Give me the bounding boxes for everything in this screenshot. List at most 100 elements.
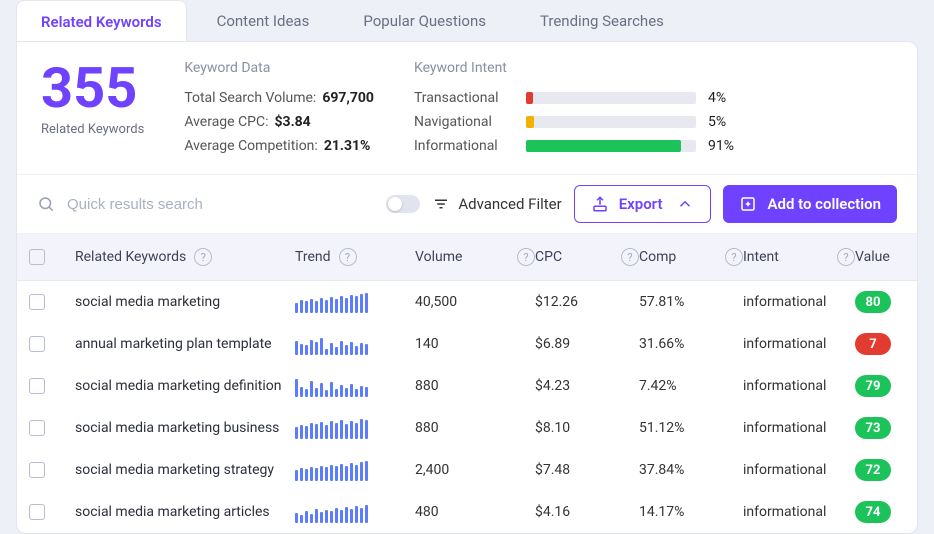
cpc-cell: $4.23 [535, 378, 639, 394]
col-comp: Comp [639, 249, 676, 265]
volume-cell: 40,500 [415, 294, 535, 310]
comp-cell: 51.12% [639, 420, 743, 436]
total-volume-label: Total Search Volume: [184, 90, 316, 106]
keyword-data-heading: Keyword Data [184, 60, 374, 76]
intent-pct: 5% [708, 114, 726, 130]
row-checkbox[interactable] [29, 336, 45, 352]
advanced-filter-button[interactable]: Advanced Filter [432, 195, 561, 213]
col-cpc: CPC [535, 249, 562, 265]
table-row: social media marketing definition 880 $4… [17, 365, 917, 407]
trend-sparkline [295, 417, 415, 439]
value-pill: 74 [855, 501, 891, 523]
tab-trending-searches[interactable]: Trending Searches [516, 0, 688, 41]
help-icon[interactable]: ? [517, 248, 535, 266]
intent-row: Navigational 5% [414, 114, 893, 130]
help-icon[interactable]: ? [725, 248, 743, 266]
comp-cell: 31.66% [639, 336, 743, 352]
intent-pct: 4% [708, 90, 726, 106]
trend-sparkline [295, 333, 415, 355]
table-header: Related Keywords? Trend? Volume? CPC? Co… [17, 234, 917, 281]
table-row: social media marketing strategy 2,400 $7… [17, 449, 917, 491]
cpc-cell: $7.48 [535, 462, 639, 478]
table-row: social media marketing business 880 $8.1… [17, 407, 917, 449]
row-checkbox[interactable] [29, 504, 45, 520]
total-volume-value: 697,700 [322, 90, 374, 106]
col-value: Value [855, 249, 890, 265]
intent-label: Transactional [414, 90, 514, 106]
value-pill: 73 [855, 417, 891, 439]
summary: 355 Related Keywords Keyword Data Total … [17, 42, 917, 174]
intent-cell: informational [743, 504, 855, 520]
col-volume: Volume [415, 249, 462, 265]
intent-cell: informational [743, 294, 855, 310]
cpc-cell: $4.16 [535, 504, 639, 520]
help-icon[interactable]: ? [339, 248, 357, 266]
trend-sparkline [295, 501, 415, 523]
volume-cell: 880 [415, 378, 535, 394]
volume-cell: 140 [415, 336, 535, 352]
help-icon[interactable]: ? [194, 248, 212, 266]
intent-bar [526, 140, 696, 152]
add-to-collection-label: Add to collection [767, 195, 881, 213]
col-intent: Intent [743, 249, 779, 265]
table-row: social media marketing 40,500 $12.26 57.… [17, 281, 917, 323]
avg-cpc-value: $3.84 [275, 114, 311, 130]
comp-cell: 37.84% [639, 462, 743, 478]
help-icon[interactable]: ? [837, 248, 855, 266]
keyword-cell[interactable]: social media marketing business [75, 420, 295, 436]
keyword-count-label: Related Keywords [41, 122, 144, 137]
tab-content-ideas[interactable]: Content Ideas [193, 0, 334, 41]
select-all-checkbox[interactable] [29, 249, 45, 265]
add-to-collection-button[interactable]: Add to collection [723, 185, 897, 223]
intent-pct: 91% [708, 138, 734, 154]
keyword-cell[interactable]: social media marketing articles [75, 504, 295, 520]
main-panel: 355 Related Keywords Keyword Data Total … [16, 41, 918, 534]
trend-sparkline [295, 291, 415, 313]
intent-cell: informational [743, 378, 855, 394]
trend-sparkline [295, 459, 415, 481]
tabs: Related Keywords Content Ideas Popular Q… [6, 0, 928, 41]
value-pill: 80 [855, 291, 891, 313]
comp-cell: 14.17% [639, 504, 743, 520]
cpc-cell: $8.10 [535, 420, 639, 436]
count-block: 355 Related Keywords [41, 60, 144, 162]
help-icon[interactable]: ? [621, 248, 639, 266]
value-pill: 7 [855, 333, 891, 355]
keyword-cell[interactable]: social media marketing definition [75, 378, 295, 394]
chevron-up-icon [676, 195, 694, 213]
tab-related-keywords[interactable]: Related Keywords [16, 0, 187, 41]
tab-popular-questions[interactable]: Popular Questions [339, 0, 510, 41]
export-icon [591, 195, 609, 213]
col-trend: Trend [295, 249, 331, 265]
comp-cell: 57.81% [639, 294, 743, 310]
keyword-cell[interactable]: social media marketing [75, 294, 295, 310]
row-checkbox[interactable] [29, 378, 45, 394]
volume-cell: 2,400 [415, 462, 535, 478]
filter-icon [432, 195, 450, 213]
value-pill: 72 [855, 459, 891, 481]
volume-cell: 480 [415, 504, 535, 520]
row-checkbox[interactable] [29, 462, 45, 478]
intent-bar [526, 92, 696, 104]
advanced-filter-toggle[interactable] [386, 195, 420, 213]
intent-cell: informational [743, 420, 855, 436]
cpc-cell: $6.89 [535, 336, 639, 352]
intent-cell: informational [743, 336, 855, 352]
export-label: Export [619, 195, 663, 213]
keyword-cell[interactable]: annual marketing plan template [75, 336, 295, 352]
toolbar: Advanced Filter Export Add to collection [17, 174, 917, 234]
search-icon [37, 195, 55, 213]
value-pill: 79 [855, 375, 891, 397]
row-checkbox[interactable] [29, 294, 45, 310]
intent-row: Informational 91% [414, 138, 893, 154]
keyword-cell[interactable]: social media marketing strategy [75, 462, 295, 478]
export-button[interactable]: Export [574, 185, 712, 223]
intent-bar [526, 116, 696, 128]
volume-cell: 880 [415, 420, 535, 436]
row-checkbox[interactable] [29, 420, 45, 436]
keyword-data: Keyword Data Total Search Volume: 697,700… [184, 60, 374, 162]
cpc-cell: $12.26 [535, 294, 639, 310]
avg-comp-value: 21.31% [324, 138, 371, 154]
col-related: Related Keywords [75, 249, 186, 265]
search-input[interactable] [67, 196, 374, 213]
